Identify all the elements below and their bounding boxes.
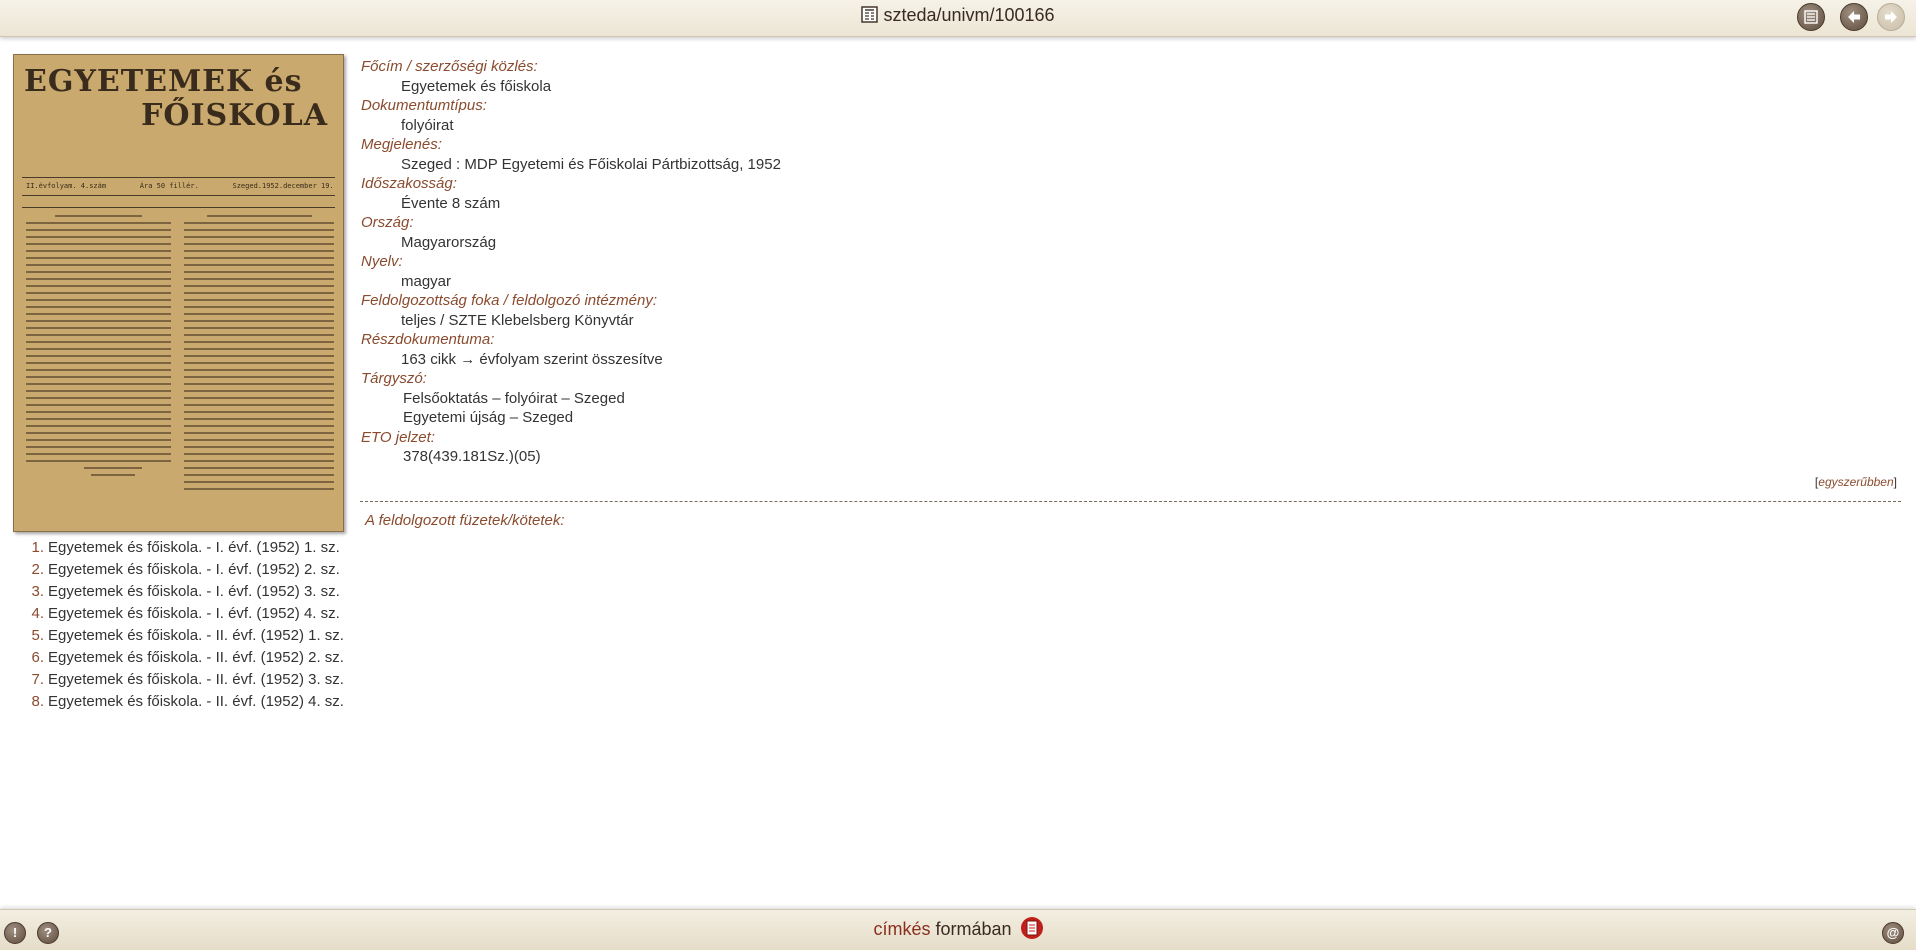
list-item-label: Egyetemek és főiskola. - II. évf. (1952)…: [48, 649, 344, 666]
field-label: Részdokumentuma:: [361, 331, 495, 348]
field-label: Főcím / szerzőségi közlés:: [361, 58, 538, 75]
list-item-number: 6.: [31, 649, 44, 666]
labeled-format-link[interactable]: címkés formában: [0, 917, 1916, 940]
divider: [360, 501, 1901, 502]
cover-text-column: [26, 215, 171, 511]
bracket: ]: [1893, 474, 1897, 489]
simple-view-link[interactable]: egyszerűbben: [1818, 475, 1893, 489]
issues-list: 1. Egyetemek és főiskola. - I. évf. (1952…: [22, 537, 344, 713]
field-publication: Megjelenés: Szeged : MDP Egyetemi és Fői…: [361, 135, 1901, 174]
field-label: Ország:: [361, 214, 414, 231]
pdf-icon: [1020, 917, 1043, 939]
field-title: Főcím / szerzőségi közlés: Egyetemek és …: [361, 57, 1901, 96]
list-item-number: 1.: [31, 539, 44, 556]
field-label: Időszakosság:: [361, 175, 457, 192]
field-value: magyar: [401, 272, 452, 290]
cover-issue-line: II.évfolyam. 4.szám Ára 50 fillér. Szege…: [26, 182, 334, 190]
field-subject: Tárgyszó: Felsőoktatás – folyóirat – Sze…: [361, 369, 1901, 428]
field-label: Feldolgozottság foka / feldolgozó intézm…: [361, 292, 658, 309]
field-processing: Feldolgozottság foka / feldolgozó intézm…: [361, 291, 1901, 330]
subject-link[interactable]: Egyetemi újság – Szeged: [361, 408, 1901, 428]
back-button[interactable]: [1840, 3, 1868, 31]
cover-rule: [22, 195, 335, 196]
list-item[interactable]: 7. Egyetemek és főiskola. - II. évf. (195…: [22, 669, 344, 691]
list-item-label: Egyetemek és főiskola. - I. évf. (1952) …: [48, 583, 340, 600]
list-item[interactable]: 4. Egyetemek és főiskola. - I. évf. (1952…: [22, 603, 344, 625]
page-title: szteda/univm/100166: [883, 5, 1055, 25]
list-item-label: Egyetemek és főiskola. - I. évf. (1952) …: [48, 561, 340, 578]
processed-issues-label: A feldolgozott füzetek/kötetek:: [365, 512, 565, 529]
top-bar: szteda/univm/100166: [0, 0, 1916, 37]
field-label: Nyelv:: [361, 253, 403, 270]
list-item-number: 5.: [31, 627, 44, 644]
field-frequency: Időszakosság: Évente 8 szám: [361, 174, 1901, 213]
field-value: 378(439.181Sz.)(05): [403, 448, 541, 465]
field-label: Dokumentumtípus:: [361, 97, 487, 114]
field-document-type: Dokumentumtípus: folyóirat: [361, 96, 1901, 135]
list-view-button[interactable]: [1797, 3, 1825, 31]
arrow-right-icon: [1885, 11, 1897, 23]
field-value: Egyetemek és főiskola: [401, 77, 552, 95]
list-item-number: 2.: [31, 561, 44, 578]
simple-view: [egyszerűbben]: [361, 473, 1901, 493]
field-label: ETO jelzet:: [361, 428, 435, 446]
cover-rule: [22, 177, 335, 178]
contact-button[interactable]: @: [1882, 922, 1904, 944]
list-item-label: Egyetemek és főiskola. - II. évf. (1952)…: [48, 693, 344, 710]
labeled-format-word2: formában: [935, 919, 1012, 939]
cover-rule: [22, 207, 335, 208]
cover-masthead-line2: FŐISKOLA: [141, 98, 328, 133]
cover-masthead: EGYETEMEK és FŐISKOLA: [24, 65, 334, 133]
field-country: Ország: Magyarország: [361, 213, 1901, 252]
list-item-label: Egyetemek és főiskola. - I. évf. (1952) …: [48, 605, 340, 622]
field-value: Évente 8 szám: [401, 194, 501, 212]
page-title-wrap: szteda/univm/100166: [0, 5, 1916, 26]
field-value: Magyarország: [401, 233, 497, 251]
list-item[interactable]: 5. Egyetemek és főiskola. - II. évf. (195…: [22, 625, 344, 647]
list-item[interactable]: 1. Egyetemek és főiskola. - I. évf. (1952…: [22, 537, 344, 559]
field-label: Tárgyszó:: [361, 370, 427, 387]
arrow-left-icon: [1848, 11, 1860, 23]
cover-masthead-line1: EGYETEMEK és: [24, 64, 303, 99]
list-item-label: Egyetemek és főiskola. - II. évf. (1952)…: [48, 671, 344, 688]
field-value: teljes / SZTE Klebelsberg Könyvtár: [401, 311, 634, 329]
field-value: folyóirat: [401, 116, 454, 134]
field-value: Szeged : MDP Egyetemi és Főiskolai Pártb…: [401, 155, 781, 173]
document-icon: [861, 6, 879, 23]
field-sub-documents: Részdokumentuma: 163 cikk → évfolyam sze…: [361, 330, 1901, 369]
list-item[interactable]: 3. Egyetemek és főiskola. - I. évf. (1952…: [22, 581, 344, 603]
list-item-number: 4.: [31, 605, 44, 622]
list-icon: [1804, 10, 1818, 24]
record-metadata: Főcím / szerzőségi közlés: Egyetemek és …: [360, 57, 1901, 531]
forward-button[interactable]: [1877, 3, 1905, 31]
cover-text-column: [184, 215, 334, 511]
cover-image: EGYETEMEK és FŐISKOLA II.évfolyam. 4.szá…: [13, 54, 344, 532]
list-item-number: 7.: [31, 671, 44, 688]
field-label: Megjelenés:: [361, 136, 442, 153]
list-item[interactable]: 2. Egyetemek és főiskola. - I. évf. (1952…: [22, 559, 344, 581]
list-item-label: Egyetemek és főiskola. - II. évf. (1952)…: [48, 627, 344, 644]
bottom-bar: ! ? címkés formában @: [0, 909, 1916, 950]
subject-link[interactable]: Felsőoktatás – folyóirat – Szeged: [361, 389, 1901, 409]
list-item-number: 3.: [31, 583, 44, 600]
list-item-number: 8.: [31, 693, 44, 710]
labeled-format-word1: címkés: [873, 919, 931, 939]
list-item[interactable]: 6. Egyetemek és főiskola. - II. évf. (195…: [22, 647, 344, 669]
field-language: Nyelv: magyar: [361, 252, 1901, 291]
list-item-label: Egyetemek és főiskola. - I. évf. (1952) …: [48, 539, 340, 556]
list-item[interactable]: 8. Egyetemek és főiskola. - II. évf. (195…: [22, 691, 344, 713]
field-udc: ETO jelzet: 378(439.181Sz.)(05): [361, 428, 1901, 467]
sub-documents-link[interactable]: 163 cikk → évfolyam szerint összesítve: [361, 350, 1901, 370]
